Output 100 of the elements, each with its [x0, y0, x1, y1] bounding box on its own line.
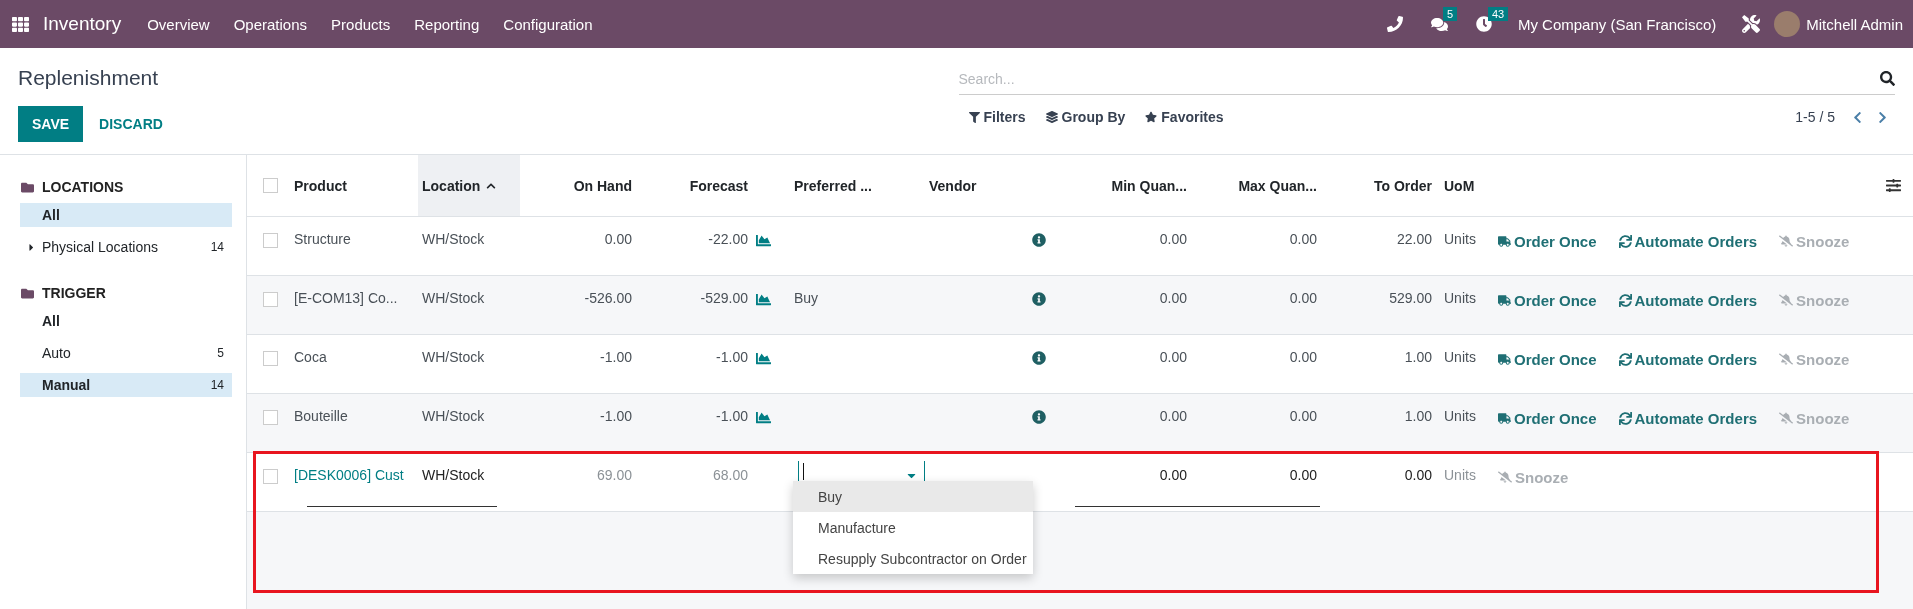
row-checkbox[interactable]	[263, 469, 278, 484]
max-quantity-cell-text: 0.00	[1288, 348, 1318, 367]
automate-orders-button[interactable]: Automate Orders	[1618, 408, 1758, 428]
sync-icon	[1618, 352, 1632, 366]
column-header[interactable]: Min Quan...	[1060, 155, 1195, 216]
location-cell-text: WH/Stock	[421, 230, 486, 249]
sidebar-item[interactable]: All	[20, 203, 232, 227]
forecast-cell-text: 68.00	[711, 466, 749, 485]
area-chart-icon[interactable]	[756, 233, 771, 248]
automate-orders-button[interactable]: Automate Orders	[1618, 290, 1758, 310]
phone-icon[interactable]	[1386, 16, 1403, 32]
bell-slash-icon	[1779, 293, 1794, 307]
column-header[interactable]: Preferred ...	[790, 155, 925, 216]
column-header[interactable]: On Hand	[520, 155, 640, 216]
row-checkbox[interactable]	[263, 292, 278, 307]
nav-menu-item[interactable]: Configuration	[491, 15, 605, 33]
chevron-left-icon[interactable]	[1851, 110, 1864, 124]
location-cell-text: WH/Stock	[421, 289, 486, 308]
sidebar-item[interactable]: Physical Locations 14	[20, 235, 232, 259]
max-quantity-cell-text: 0.00	[1288, 407, 1318, 426]
column-header[interactable]: Vendor	[925, 155, 1060, 216]
nav-menu-item[interactable]: Operations	[221, 15, 320, 33]
column-header[interactable]: To Order	[1325, 155, 1440, 216]
sidebar-item[interactable]: Auto 5	[20, 341, 232, 365]
forecast-cell-text: -1.00	[715, 407, 749, 426]
clock-icon[interactable]	[1475, 16, 1492, 32]
info-icon[interactable]	[1032, 292, 1046, 306]
min-quantity-cell-text: 0.00	[1158, 407, 1188, 426]
discard-button[interactable]: DISCARD	[87, 106, 175, 142]
min-quantity-cell-text: 0.00	[1158, 466, 1188, 485]
area-chart-icon[interactable]	[756, 292, 771, 307]
dropdown-option[interactable]: Buy	[793, 481, 1033, 512]
min-quantity-cell-text: 0.00	[1158, 289, 1188, 308]
message-count-badge: 5	[1442, 6, 1457, 21]
to-order-cell-text: 1.00	[1403, 348, 1433, 367]
chat-icon[interactable]	[1430, 15, 1448, 33]
sidebar-item[interactable]: Manual 14	[20, 373, 232, 397]
filter-menu-button[interactable]: Favorites	[1135, 109, 1234, 125]
min-quantity-cell-text: 0.00	[1158, 348, 1188, 367]
info-icon[interactable]	[1032, 410, 1046, 424]
row-checkbox[interactable]	[263, 410, 278, 425]
filter-menu-button[interactable]: Group By	[1035, 109, 1136, 125]
nav-menu-item[interactable]: Reporting	[402, 15, 492, 33]
automate-orders-button[interactable]: Automate Orders	[1618, 349, 1758, 369]
info-icon[interactable]	[1032, 351, 1046, 365]
location-cell-text: WH/Stock	[421, 407, 486, 426]
forecast-cell-text: -22.00	[707, 230, 749, 249]
nav-menu-item[interactable]: Products	[319, 15, 403, 33]
apps-menu-icon[interactable]	[12, 15, 29, 33]
user-menu[interactable]: Mitchell Admin	[1806, 15, 1903, 33]
uom-cell-text: Units	[1443, 407, 1477, 426]
item-count: 14	[210, 240, 224, 254]
search-field[interactable]: Search...	[958, 70, 1880, 87]
nav-menu-item[interactable]: Overview	[135, 15, 222, 33]
to-order-cell-text: 22.00	[1395, 230, 1433, 249]
dropdown-option[interactable]: Manufacture	[793, 512, 1033, 543]
order-once-button[interactable]: Order Once	[1498, 349, 1597, 369]
to-order-cell-text: 1.00	[1403, 407, 1433, 426]
column-header[interactable]: Forecast	[640, 155, 756, 216]
max-quantity-cell-text: 0.00	[1288, 289, 1318, 308]
order-once-button[interactable]: Order Once	[1498, 408, 1597, 428]
location-cell-text: WH/Stock	[421, 348, 486, 367]
area-chart-icon[interactable]	[756, 351, 771, 366]
chevron-right-icon[interactable]	[1876, 110, 1889, 124]
column-header[interactable]: Product	[290, 155, 418, 216]
truck-icon	[1498, 293, 1511, 307]
table-row[interactable]: Bouteille WH/Stock -1.00 -1.00 0.00 0.00 1.00 Units Order Once Automate Orders Snooze	[247, 394, 1913, 453]
tools-icon[interactable]	[1742, 15, 1761, 33]
product-cell-text: [E-COM13] Co...	[293, 289, 399, 308]
select-all-checkbox[interactable]	[263, 178, 278, 193]
location-cell-text: WH/Stock	[421, 466, 486, 485]
layers-icon	[1045, 111, 1058, 123]
column-header[interactable]: Max Quan...	[1195, 155, 1325, 216]
row-checkbox[interactable]	[263, 233, 278, 248]
save-button[interactable]: SAVE	[18, 106, 84, 142]
max-quantity-cell-text: 0.00	[1288, 230, 1318, 249]
product-cell-text: [DESK0006] Cust	[293, 466, 405, 485]
area-chart-icon[interactable]	[756, 410, 771, 425]
on-hand-cell-text: 69.00	[595, 466, 633, 485]
pager-text[interactable]: 1-5 / 5	[1795, 109, 1835, 125]
info-icon[interactable]	[1032, 233, 1046, 247]
section-title: TRIGGER	[42, 285, 106, 301]
search-icon[interactable]	[1880, 71, 1895, 86]
filter-menu-button[interactable]: Filters	[958, 109, 1036, 125]
forecast-cell-text: -529.00	[699, 289, 749, 308]
column-header[interactable]: UoM	[1440, 155, 1490, 216]
bell-slash-icon	[1498, 470, 1512, 484]
sidebar-item[interactable]: All	[20, 309, 232, 333]
column-header[interactable]: Location	[418, 155, 520, 216]
table-row[interactable]: [E-COM13] Co... WH/Stock -526.00 -529.00 Buy 0.00 0.00 529.00 Units Order Once Automate Orders Snooze	[247, 276, 1913, 335]
dropdown-option[interactable]: Resupply Subcontractor on Order	[793, 543, 1033, 574]
row-checkbox[interactable]	[263, 351, 278, 366]
uom-cell-text: Units	[1443, 348, 1477, 367]
uom-cell-text: Units	[1443, 289, 1477, 308]
settings-icon[interactable]	[1886, 178, 1901, 193]
automate-orders-button[interactable]: Automate Orders	[1618, 231, 1758, 251]
order-once-button[interactable]: Order Once	[1498, 231, 1597, 251]
app-name[interactable]: Inventory	[29, 13, 136, 35]
folder-icon	[21, 286, 34, 300]
order-once-button[interactable]: Order Once	[1498, 290, 1597, 310]
